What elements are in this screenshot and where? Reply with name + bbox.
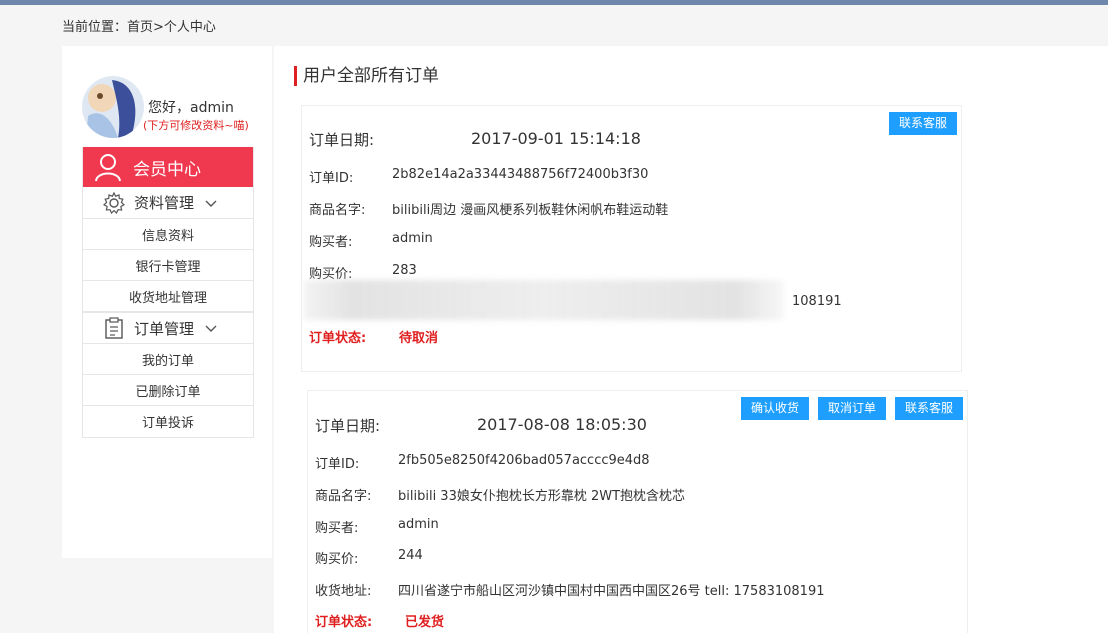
product-label: 商品名字: <box>309 203 366 218</box>
avatar[interactable] <box>82 76 144 138</box>
member-center-header[interactable]: 会员中心 <box>83 147 253 187</box>
buyer-label: 购买者: <box>309 235 353 250</box>
price-value: 244 <box>398 548 423 563</box>
product-row: 商品名字: bilibili周边 漫画风梗系列板鞋休闲帆布鞋运动鞋 <box>309 199 668 218</box>
address-value: 四川省遂宁市船山区河沙镇中国村中国西中国区26号 tell: 175831081… <box>398 584 825 599</box>
menu-item-deleted-orders[interactable]: 已删除订单 <box>83 375 253 406</box>
top-bar <box>0 0 1108 5</box>
main-content: 用户全部所有订单 联系客服 订单日期: 2017-09-01 15:14:18 … <box>274 46 1108 633</box>
page-title: 用户全部所有订单 <box>294 66 439 86</box>
order-id-row: 订单ID: 2fb505e8250f4206bad057acccc9e4d8 <box>315 453 650 472</box>
price-row: 购买价: 244 <box>315 548 423 567</box>
order-card: 确认收货 取消订单 联系客服 订单日期: 2017-08-08 18:05:30… <box>307 390 968 633</box>
order-date-label: 订单日期: <box>315 417 381 435</box>
order-date-row: 订单日期: 2017-08-08 18:05:30 <box>315 415 647 436</box>
order-status-label: 订单状态: <box>309 331 367 346</box>
clipboard-icon <box>105 317 123 339</box>
edit-hint: (下方可修改资料~喵) <box>143 119 249 132</box>
confirm-receipt-button[interactable]: 确认收货 <box>740 397 809 420</box>
order-actions: 联系客服 <box>888 112 957 135</box>
chevron-down-icon <box>205 200 217 207</box>
contact-service-button[interactable]: 联系客服 <box>888 112 957 135</box>
order-status-value: 待取消 <box>399 331 439 346</box>
order-id-value: 2b82e14a2a33443488756f72400b3f30 <box>392 167 649 182</box>
address-row: 收货地址: 四川省遂宁市船山区河沙镇中国村中国西中国区26号 tell: 175… <box>315 580 825 599</box>
user-greeting: 您好，admin <box>148 100 234 116</box>
order-date-value: 2017-08-08 18:05:30 <box>477 415 647 434</box>
order-id-row: 订单ID: 2b82e14a2a33443488756f72400b3f30 <box>309 167 648 186</box>
buyer-value: admin <box>392 231 433 246</box>
order-id-value: 2fb505e8250f4206bad057acccc9e4d8 <box>398 453 650 468</box>
user-icon <box>95 154 121 182</box>
buyer-row: 购买者: admin <box>315 517 439 536</box>
profile-group-label: 资料管理 <box>134 194 195 212</box>
menu-item-shipping-address[interactable]: 收货地址管理 <box>83 281 253 312</box>
order-date-value: 2017-09-01 15:14:18 <box>471 129 641 148</box>
order-status-row: 订单状态: 待取消 <box>309 327 438 346</box>
order-status-row: 订单状态: 已发货 <box>315 611 444 630</box>
order-status-value: 已发货 <box>405 615 445 630</box>
address-value-partial: 108191 <box>792 294 842 309</box>
order-id-label: 订单ID: <box>315 457 360 472</box>
buyer-row: 购买者: admin <box>309 231 433 250</box>
chevron-down-icon <box>205 325 217 332</box>
menu-item-bank-card[interactable]: 银行卡管理 <box>83 250 253 281</box>
address-row-partial: 108191 <box>792 294 842 309</box>
order-group-label: 订单管理 <box>134 319 195 338</box>
menu-item-my-orders[interactable]: 我的订单 <box>83 344 253 375</box>
order-date-row: 订单日期: 2017-09-01 15:14:18 <box>309 129 641 150</box>
buyer-label: 购买者: <box>315 521 359 536</box>
redacted-address-blur <box>304 280 784 320</box>
contact-service-button[interactable]: 联系客服 <box>894 397 963 420</box>
gear-icon <box>103 191 125 214</box>
left-sidebar: 您好，admin (下方可修改资料~喵) 会员中心 资料管理 信息资料 银行卡管… <box>62 46 272 558</box>
product-row: 商品名字: bilibili 33娘女仆抱枕长方形靠枕 2WT抱枕含枕芯 <box>315 485 685 504</box>
breadcrumb: 当前位置：首页>个人中心 <box>62 20 216 35</box>
menu-item-order-complaints[interactable]: 订单投诉 <box>83 406 253 437</box>
order-actions: 确认收货 取消订单 联系客服 <box>740 397 963 420</box>
member-center-label: 会员中心 <box>133 159 201 180</box>
order-date-label: 订单日期: <box>309 131 375 149</box>
cancel-order-button[interactable]: 取消订单 <box>817 397 886 420</box>
price-label: 购买价: <box>315 552 359 567</box>
profile-group[interactable]: 资料管理 <box>83 187 253 219</box>
product-label: 商品名字: <box>315 489 372 504</box>
member-menu: 会员中心 资料管理 信息资料 银行卡管理 收货地址管理 订单管理 我的订单 已删… <box>82 147 254 438</box>
order-card: 联系客服 订单日期: 2017-09-01 15:14:18 订单ID: 2b8… <box>301 105 962 372</box>
product-value: bilibili周边 漫画风梗系列板鞋休闲帆布鞋运动鞋 <box>392 203 669 218</box>
order-group[interactable]: 订单管理 <box>83 312 253 344</box>
order-id-label: 订单ID: <box>309 171 354 186</box>
buyer-value: admin <box>398 517 439 532</box>
menu-item-profile-info[interactable]: 信息资料 <box>83 219 253 250</box>
address-label: 收货地址: <box>315 584 372 599</box>
order-status-label: 订单状态: <box>315 615 373 630</box>
product-value: bilibili 33娘女仆抱枕长方形靠枕 2WT抱枕含枕芯 <box>398 489 686 504</box>
